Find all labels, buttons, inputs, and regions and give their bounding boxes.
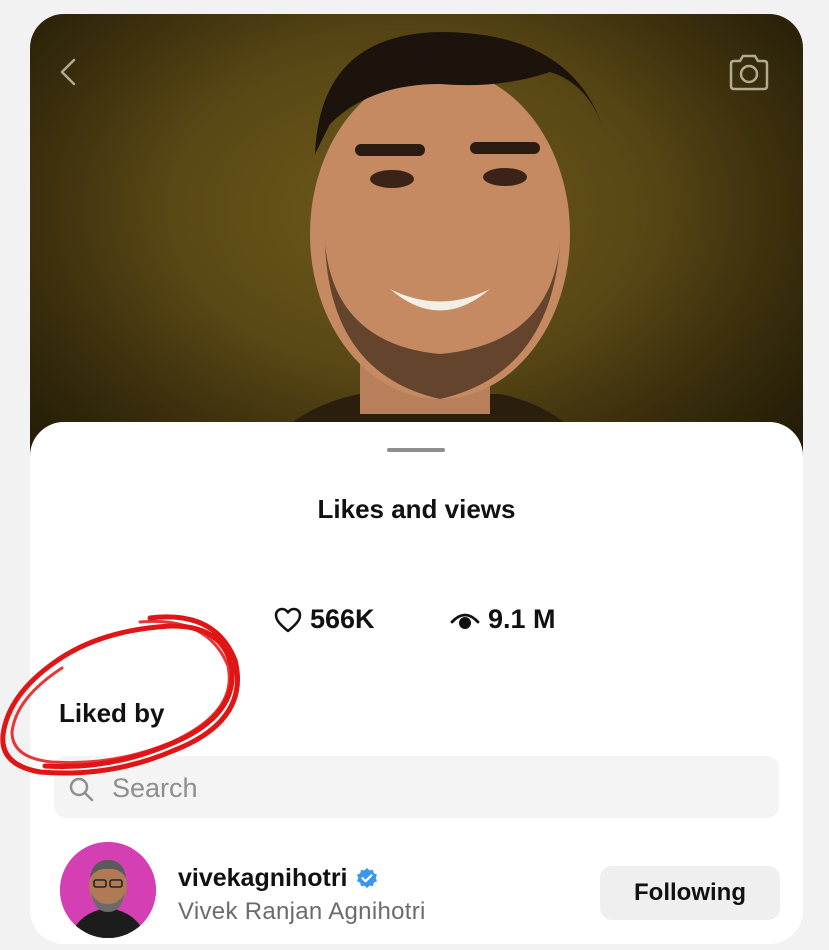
- sheet-title: Likes and views: [317, 494, 516, 524]
- liker-row[interactable]: vivekagnihotri Vivek Ranjan Agnihotri Fo…: [30, 840, 803, 944]
- chevron-left-icon[interactable]: [52, 54, 88, 90]
- video-preview[interactable]: [30, 14, 803, 484]
- views-stat: 9.1 M: [450, 604, 556, 635]
- verified-badge-icon: [356, 867, 377, 888]
- heart-outline-icon: [274, 607, 302, 632]
- likes-views-sheet: Likes and views 566K 9.1 M Liked by Sear…: [30, 422, 803, 944]
- full-name: Vivek Ranjan Agnihotri: [178, 898, 426, 925]
- likes-stat: 566K: [274, 604, 375, 635]
- likes-count: 566K: [310, 604, 375, 634]
- camera-icon[interactable]: [726, 52, 772, 94]
- avatar-portrait: [60, 842, 156, 938]
- search-input[interactable]: [110, 756, 754, 820]
- video-subject-figure: [240, 32, 615, 484]
- liked-by-heading: Liked by: [59, 698, 165, 728]
- avatar[interactable]: [60, 842, 156, 938]
- following-button[interactable]: Following: [600, 866, 780, 920]
- drag-handle[interactable]: [387, 448, 445, 452]
- username[interactable]: vivekagnihotri: [178, 864, 379, 893]
- search-box[interactable]: [54, 756, 779, 820]
- views-count: 9.1 M: [488, 604, 556, 634]
- eye-icon: [450, 613, 480, 629]
- search-icon: [69, 777, 94, 802]
- username-text: vivekagnihotri: [178, 864, 348, 892]
- phone-screen: Likes and views 566K 9.1 M Liked by Sear…: [30, 14, 803, 944]
